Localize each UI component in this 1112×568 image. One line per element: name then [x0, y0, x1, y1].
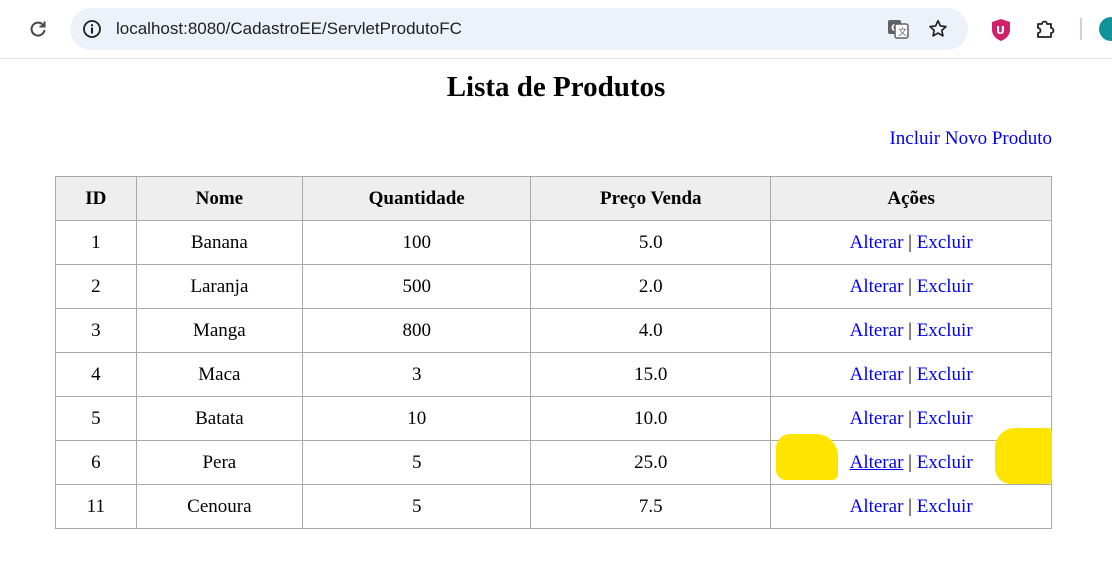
- cell-quantidade: 10: [302, 396, 532, 441]
- ublock-extension-icon[interactable]: U: [990, 18, 1012, 42]
- address-bar[interactable]: localhost:8080/CadastroEE/ServletProduto…: [70, 8, 968, 50]
- table-row: 1 Banana 100 5.0 Alterar | Excluir: [55, 220, 1052, 265]
- cell-id: 6: [55, 440, 137, 485]
- table-row: 4 Maca 3 15.0 Alterar | Excluir: [55, 352, 1052, 397]
- cell-preco: 10.0: [530, 396, 772, 441]
- cell-nome: Laranja: [135, 264, 304, 309]
- edit-link[interactable]: Alterar: [850, 232, 904, 253]
- delete-link[interactable]: Excluir: [917, 364, 973, 385]
- reload-icon[interactable]: [26, 17, 50, 41]
- products-table: ID Nome Quantidade Preço Venda Ações 1 B…: [55, 176, 1052, 529]
- svg-text:U: U: [996, 24, 1005, 37]
- header-acoes: Ações: [770, 176, 1052, 221]
- edit-link[interactable]: Alterar: [850, 364, 904, 385]
- cell-preco: 4.0: [530, 308, 772, 353]
- svg-text:文: 文: [898, 26, 907, 38]
- cell-nome: Pera: [135, 440, 304, 485]
- header-nome: Nome: [135, 176, 304, 221]
- cell-nome: Cenoura: [135, 484, 304, 529]
- cell-nome: Banana: [135, 220, 304, 265]
- delete-link[interactable]: Excluir: [917, 276, 973, 297]
- action-separator: |: [908, 319, 912, 341]
- action-separator: |: [908, 495, 912, 517]
- cell-acoes: Alterar | Excluir: [770, 484, 1052, 529]
- cell-id: 2: [55, 264, 137, 309]
- cell-preco: 7.5: [530, 484, 772, 529]
- yellow-highlight-mark-left: [776, 434, 838, 480]
- cell-nome: Maca: [135, 352, 304, 397]
- profile-avatar-icon[interactable]: [1099, 17, 1112, 41]
- edit-link[interactable]: Alterar: [850, 276, 904, 297]
- action-separator: |: [908, 363, 912, 385]
- table-row: 2 Laranja 500 2.0 Alterar | Excluir: [55, 264, 1052, 309]
- cell-nome: Manga: [135, 308, 304, 353]
- delete-link[interactable]: Excluir: [917, 452, 973, 473]
- action-separator: |: [908, 231, 912, 253]
- bookmark-star-icon[interactable]: [927, 18, 949, 40]
- table-row: 6 Pera 5 25.0 Alterar | Excluir: [55, 440, 1052, 485]
- table-row: 11 Cenoura 5 7.5 Alterar | Excluir: [55, 484, 1052, 529]
- cell-id: 4: [55, 352, 137, 397]
- browser-toolbar: localhost:8080/CadastroEE/ServletProduto…: [0, 0, 1112, 59]
- cell-preco: 5.0: [530, 220, 772, 265]
- cell-acoes: Alterar | Excluir: [770, 352, 1052, 397]
- delete-link[interactable]: Excluir: [917, 320, 973, 341]
- cell-preco: 15.0: [530, 352, 772, 397]
- action-separator: |: [908, 275, 912, 297]
- translate-icon[interactable]: G文: [887, 19, 909, 39]
- cell-quantidade: 3: [302, 352, 532, 397]
- site-info-icon[interactable]: [82, 19, 102, 39]
- cell-quantidade: 5: [302, 440, 532, 485]
- cell-id: 3: [55, 308, 137, 353]
- table-row: 5 Batata 10 10.0 Alterar | Excluir: [55, 396, 1052, 441]
- delete-link[interactable]: Excluir: [917, 232, 973, 253]
- delete-link[interactable]: Excluir: [917, 496, 973, 517]
- edit-link[interactable]: Alterar: [850, 320, 904, 341]
- page-title: Lista de Produtos: [446, 71, 666, 103]
- table-row: 3 Manga 800 4.0 Alterar | Excluir: [55, 308, 1052, 353]
- table-header-row: ID Nome Quantidade Preço Venda Ações: [55, 176, 1052, 221]
- cell-acoes: Alterar | Excluir: [770, 264, 1052, 309]
- toolbar-divider: [1080, 18, 1082, 40]
- cell-preco: 2.0: [530, 264, 772, 309]
- cell-acoes: Alterar | Excluir: [770, 308, 1052, 353]
- cell-quantidade: 800: [302, 308, 532, 353]
- cell-quantidade: 100: [302, 220, 532, 265]
- action-separator: |: [908, 407, 912, 429]
- cell-nome: Batata: [135, 396, 304, 441]
- header-quantidade: Quantidade: [302, 176, 532, 221]
- extensions-puzzle-icon[interactable]: [1034, 17, 1058, 41]
- cell-id: 1: [55, 220, 137, 265]
- header-preco-venda: Preço Venda: [530, 176, 772, 221]
- action-separator: |: [908, 451, 912, 473]
- edit-link[interactable]: Alterar: [850, 452, 904, 473]
- header-id: ID: [55, 176, 137, 221]
- cell-quantidade: 5: [302, 484, 532, 529]
- edit-link[interactable]: Alterar: [850, 496, 904, 517]
- delete-link[interactable]: Excluir: [917, 408, 973, 429]
- yellow-highlight-mark-right: [995, 428, 1052, 484]
- add-product-link[interactable]: Incluir Novo Produto: [889, 128, 1052, 150]
- cell-quantidade: 500: [302, 264, 532, 309]
- cell-id: 5: [55, 396, 137, 441]
- cell-id: 11: [55, 484, 137, 529]
- edit-link[interactable]: Alterar: [850, 408, 904, 429]
- cell-acoes: Alterar | Excluir: [770, 220, 1052, 265]
- cell-preco: 25.0: [530, 440, 772, 485]
- url-text[interactable]: localhost:8080/CadastroEE/ServletProduto…: [116, 19, 462, 39]
